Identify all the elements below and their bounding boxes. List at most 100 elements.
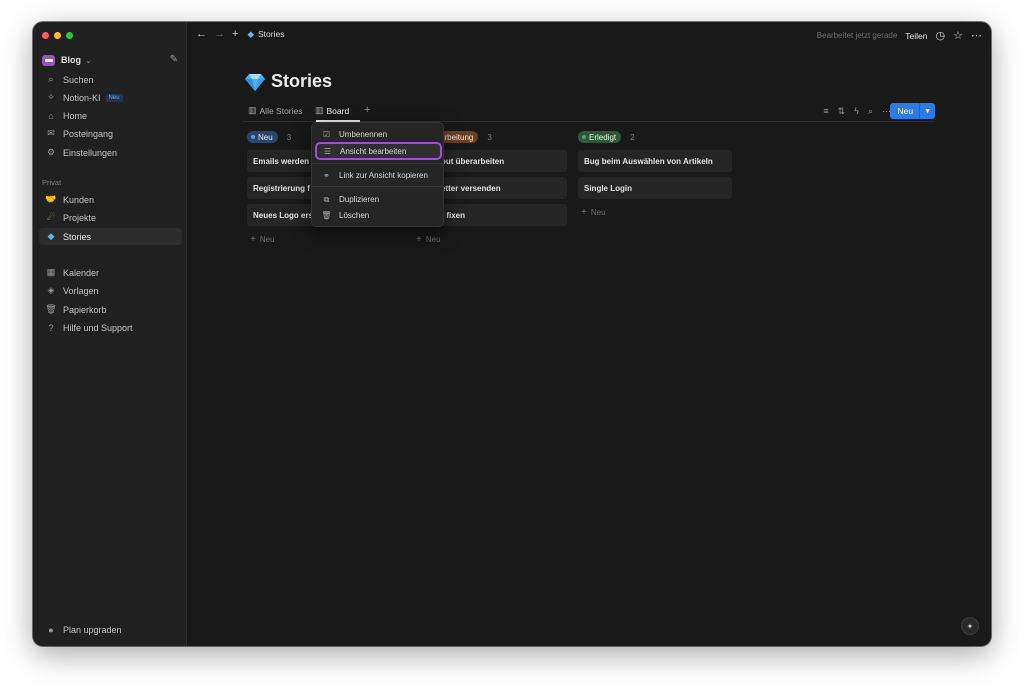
new-button[interactable]: Neu ▼ (890, 103, 935, 119)
tab-label: Board (326, 105, 350, 116)
add-card-button[interactable]: + Neu (250, 234, 275, 245)
plus-icon: + (416, 234, 422, 245)
page-title: Stories (245, 71, 332, 92)
column-count: 3 (487, 132, 492, 142)
tab-all-stories[interactable]: ▥ Alle Stories (248, 105, 303, 116)
column-count: 3 (286, 132, 292, 142)
sparkle-icon: ✦ (966, 621, 974, 631)
plus-icon: + (250, 234, 256, 245)
home-icon: ⌂ (48, 110, 54, 121)
breadcrumb[interactable]: ◆ Stories (247, 29, 284, 40)
link-icon: ⚭ (323, 171, 330, 180)
menu-divider (312, 163, 443, 164)
sidebar-item-label: Suchen (63, 74, 94, 85)
menu-item-duplicate[interactable]: ⧉ Duplizieren (312, 192, 443, 207)
sidebar-item-stories[interactable]: ◆ Stories (39, 228, 182, 245)
column-header-neu: Neu 3 (247, 131, 291, 143)
rename-icon: ☑ (322, 130, 331, 139)
sidebar-item-notion-ai[interactable]: ✧ Notion-KI Neu (39, 89, 182, 106)
sidebar-item-kunden[interactable]: 🤝 Kunden (39, 191, 182, 208)
board-card[interactable]: Bug beim Auswählen von Artikeln (578, 150, 732, 172)
sidebar-item-search[interactable]: ⌕ Suchen (39, 71, 182, 88)
breadcrumb-label: Stories (257, 29, 285, 39)
sidebar-item-settings[interactable]: ⚙ Einstellungen (39, 144, 182, 161)
sidebar-item-help[interactable]: ? Hilfe und Support (39, 319, 182, 336)
view-tools: ≡ ⇅ ϟ ⌕ ⋯ (823, 106, 891, 117)
sidebar-item-inbox[interactable]: ✉ Posteingang (39, 125, 182, 142)
top-bar-actions: Bearbeitet jetzt gerade Teilen ◷ ☆ ⋯ (817, 29, 982, 42)
chevron-down-icon: ⌄ (85, 55, 92, 65)
maximize-window-button[interactable] (66, 32, 73, 39)
menu-item-label: Ansicht bearbeiten (340, 146, 407, 156)
back-arrow-icon[interactable]: ← (196, 28, 207, 40)
sidebar-item-label: Projekte (63, 212, 97, 223)
sidebar-item-label: Vorlagen (63, 285, 99, 296)
sidebar-item-label: Home (63, 110, 88, 121)
search-icon[interactable]: ⌕ (868, 106, 873, 117)
help-icon: ? (48, 322, 54, 333)
sort-icon[interactable]: ⇅ (838, 106, 846, 117)
forward-arrow-icon[interactable]: → (214, 28, 225, 40)
automation-icon[interactable]: ϟ (854, 106, 859, 117)
sidebar-item-home[interactable]: ⌂ Home (39, 107, 182, 124)
app-window: Blog ⌄ ✎ ⌕ Suchen ✧ Notion-KI Neu ⌂ Home… (33, 22, 991, 646)
minimize-window-button[interactable] (54, 32, 61, 39)
view-bar: ▥ Alle Stories ▥ Board + ≡ ⇅ ϟ ⌕ ⋯ Neu ▼ (243, 102, 935, 122)
workspace-switcher[interactable]: Blog ⌄ ✎ (42, 53, 178, 67)
page-title-text: Stories (271, 71, 333, 91)
status-badge: Erledigt (578, 131, 622, 143)
status-badge: Neu (247, 131, 278, 143)
board-card[interactable]: Single Login (578, 177, 732, 199)
plus-icon[interactable]: + (232, 28, 238, 40)
window-controls (42, 32, 73, 39)
view-context-menu: ☑ Umbenennen ☰ Ansicht bearbeiten ⚭ Link… (311, 122, 444, 227)
nav-controls: ← → + ◆ Stories (196, 28, 284, 40)
share-button[interactable]: Teilen (905, 31, 927, 41)
sidebar-item-calendar[interactable]: ▦ Kalender (39, 264, 182, 281)
filter-icon[interactable]: ≡ (823, 106, 828, 117)
trash-icon: 🗑 (321, 211, 332, 220)
sidebar-item-templates[interactable]: ◈ Vorlagen (39, 282, 182, 299)
ai-sparkle-button[interactable]: ✦ (961, 617, 979, 635)
sidebar-item-trash[interactable]: 🗑 Papierkorb (39, 301, 182, 318)
upgrade-plan-button[interactable]: ● Plan upgraden (39, 622, 121, 638)
menu-item-label: Umbenennen (339, 130, 388, 139)
menu-item-edit-view[interactable]: ☰ Ansicht bearbeiten (315, 142, 442, 160)
gem-icon: ◆ (247, 28, 254, 39)
workspace-name: Blog (61, 55, 81, 65)
workspace-icon (42, 54, 55, 66)
sidebar-item-label: Hilfe und Support (63, 322, 133, 333)
menu-item-label: Link zur Ansicht kopieren (339, 171, 428, 180)
sidebar-item-label: Einstellungen (63, 147, 118, 158)
star-icon[interactable]: ☆ (953, 29, 963, 42)
close-window-button[interactable] (42, 32, 49, 39)
add-card-button[interactable]: + Neu (581, 207, 606, 218)
handshake-icon: 🤝 (45, 194, 57, 204)
sparkle-icon: ✧ (47, 92, 55, 102)
sidebar: Blog ⌄ ✎ ⌕ Suchen ✧ Notion-KI Neu ⌂ Home… (33, 22, 187, 646)
plus-icon: + (581, 207, 587, 218)
add-card-button[interactable]: + Neu (416, 234, 441, 245)
sidebar-item-projekte[interactable]: ☄ Projekte (39, 209, 182, 226)
more-icon[interactable]: ⋯ (971, 29, 982, 42)
menu-item-copy-link[interactable]: ⚭ Link zur Ansicht kopieren (312, 168, 443, 183)
comet-icon: ☄ (46, 212, 56, 222)
tab-board[interactable]: ▥ Board (315, 105, 349, 116)
inbox-icon: ✉ (47, 128, 55, 138)
board-icon: ▥ (315, 105, 324, 115)
sliders-icon: ☰ (323, 146, 332, 156)
new-badge: Neu (105, 93, 123, 102)
menu-item-rename[interactable]: ☑ Umbenennen (312, 127, 443, 142)
add-view-icon[interactable]: + (364, 104, 370, 116)
history-icon[interactable]: ◷ (936, 29, 946, 42)
menu-item-label: Duplizieren (339, 195, 380, 204)
new-button-label[interactable]: Neu (890, 103, 920, 119)
gear-icon: ⚙ (46, 147, 56, 157)
menu-item-delete[interactable]: 🗑 Löschen (312, 208, 443, 223)
new-page-icon[interactable]: ✎ (170, 54, 178, 65)
chevron-down-icon[interactable]: ▼ (919, 103, 935, 119)
calendar-icon: ▦ (46, 267, 56, 277)
sidebar-item-label: Kunden (63, 194, 95, 205)
column-count: 2 (630, 132, 635, 142)
sidebar-item-label: Posteingang (63, 128, 114, 139)
